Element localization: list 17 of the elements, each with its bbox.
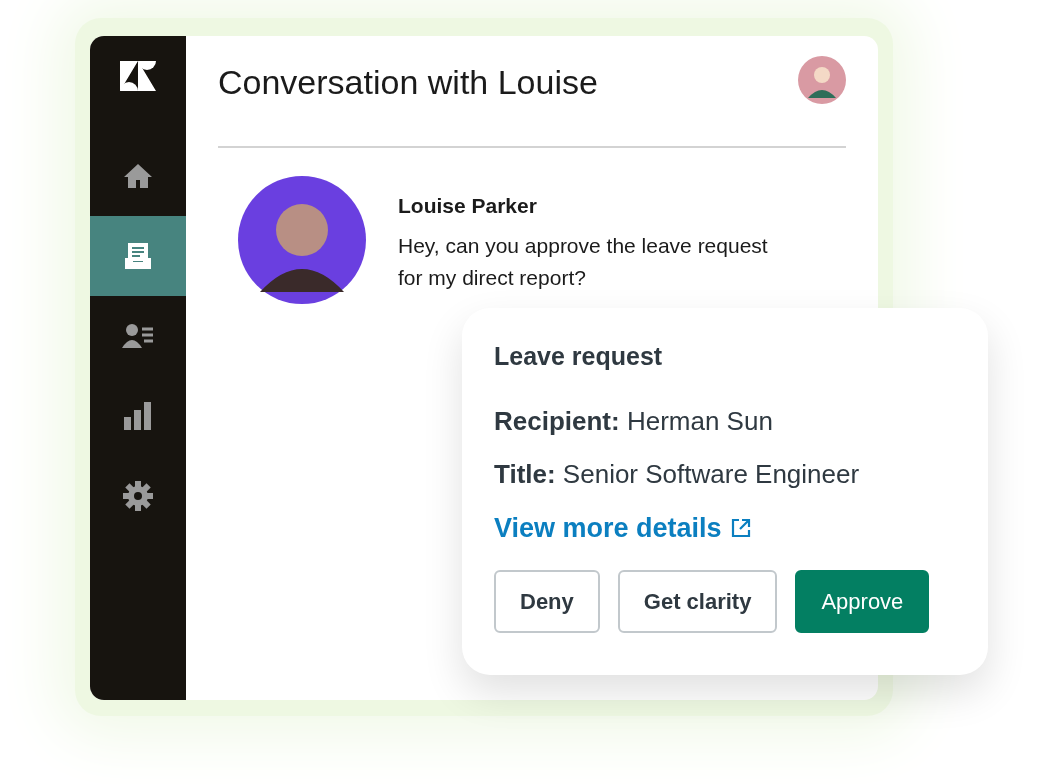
detail-line: Recipient: Herman Sun [494,404,774,438]
sidebar-item[interactable] [90,216,186,296]
action-button[interactable]: Deny [494,570,600,633]
card-title: Leave request [494,341,664,372]
approve-button[interactable]: Approve [795,570,930,633]
message-text: Hey, can you approve the leave request for my direct report? [398,232,769,291]
external-link-icon[interactable] [729,516,752,539]
logo-icon[interactable] [120,61,156,91]
sender-name: Louise Parker [398,193,538,219]
detail-line: Title: Senior Software Engineer [494,457,861,491]
inbox-icon [122,240,154,272]
view-details-link[interactable]: View more details [494,507,722,548]
user-avatar[interactable] [798,56,846,104]
settings-icon [122,480,154,512]
window-title: Conversation with Louise [218,62,598,103]
bar-chart-icon [122,400,154,432]
action-button[interactable]: Get clarity [617,570,778,633]
